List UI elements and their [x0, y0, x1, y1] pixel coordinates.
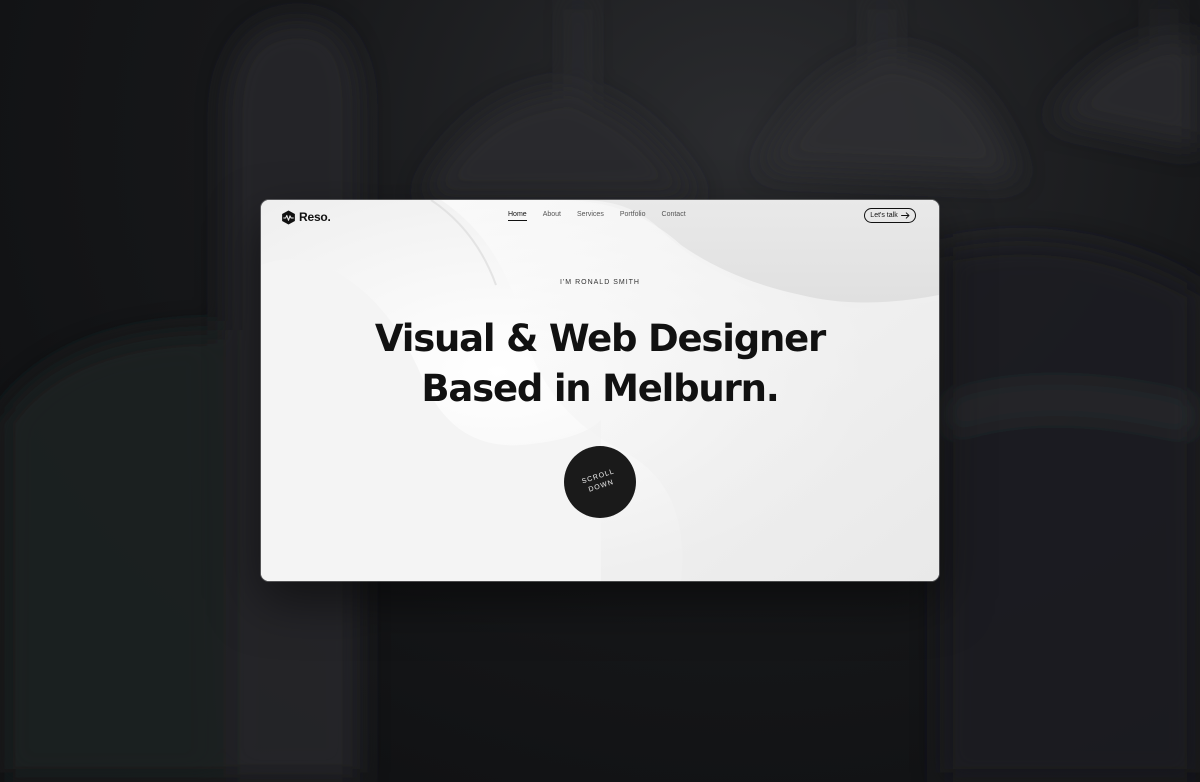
- hexagon-pulse-icon: [282, 209, 295, 225]
- nav-link-home[interactable]: Home: [508, 211, 527, 221]
- top-navigation: Reso. Home About Services Portfolio Cont…: [261, 200, 939, 234]
- headline-line-2: Based in Melburn.: [421, 367, 779, 410]
- scroll-down-button[interactable]: SCROLL DOWN: [564, 446, 636, 518]
- main-menu: Home About Services Portfolio Contact: [508, 211, 686, 221]
- nav-link-portfolio[interactable]: Portfolio: [620, 211, 646, 221]
- hero-headline: Visual & Web Designer Based in Melburn.: [261, 314, 939, 414]
- hero-eyebrow: I'M RONALD SMITH: [560, 279, 640, 286]
- arrow-right-icon: [900, 212, 910, 219]
- brand-logo[interactable]: Reso.: [281, 209, 331, 225]
- lets-talk-label: Let's talk: [870, 212, 898, 219]
- nav-link-contact[interactable]: Contact: [662, 211, 686, 221]
- lets-talk-button[interactable]: Let's talk: [864, 208, 916, 223]
- brand-name: Reso.: [299, 210, 331, 224]
- website-mockup-window: Reso. Home About Services Portfolio Cont…: [261, 200, 939, 581]
- nav-link-services[interactable]: Services: [577, 211, 604, 221]
- headline-line-1: Visual & Web Designer: [374, 317, 826, 360]
- nav-link-about[interactable]: About: [543, 211, 561, 221]
